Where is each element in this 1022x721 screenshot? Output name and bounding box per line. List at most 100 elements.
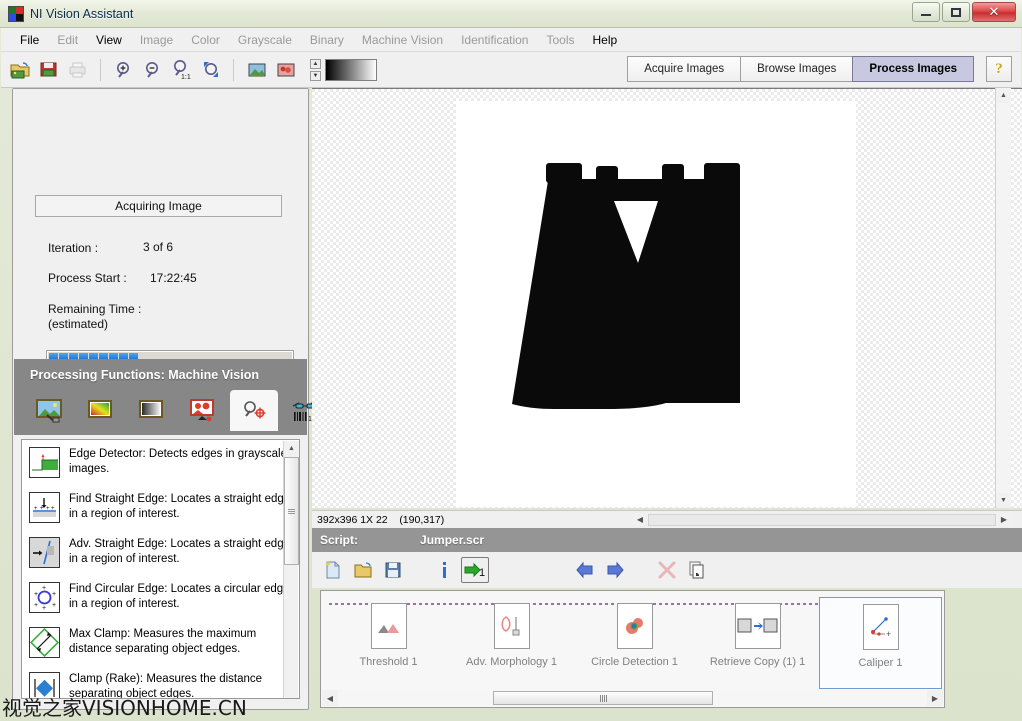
image-horizontal-scrollbar[interactable]: ◀ ▶ xyxy=(632,513,1012,526)
scrollbar-thumb[interactable] xyxy=(493,691,713,705)
function-item-adv-straight-edge[interactable]: Adv. Straight Edge: Locates a straight e… xyxy=(22,530,299,575)
svg-text:+: + xyxy=(52,602,56,609)
function-item-label: Find Straight Edge: Locates a straight e… xyxy=(69,493,291,520)
scroll-right-arrow[interactable]: ▶ xyxy=(927,690,943,706)
scroll-right-arrow[interactable]: ▶ xyxy=(996,512,1012,528)
circle-detection-icon xyxy=(616,603,653,649)
tab-acquire-images[interactable]: Acquire Images xyxy=(627,56,742,82)
save-script-icon[interactable] xyxy=(379,557,407,583)
function-list-scrollbar[interactable]: ▲ xyxy=(283,441,299,698)
run-once-icon[interactable]: 1 xyxy=(461,557,489,583)
function-item-max-clamp[interactable]: Max Clamp: Measures the maximum distance… xyxy=(22,620,299,665)
scroll-up-arrow[interactable]: ▲ xyxy=(996,88,1011,103)
image-status-bar: 392x396 1X 22 (190,317) ◀ ▶ xyxy=(312,510,1022,528)
script-step-retrieve-copy[interactable]: Retrieve Copy (1) 1 xyxy=(696,597,819,689)
minimize-button[interactable] xyxy=(912,2,940,22)
menu-help[interactable]: Help xyxy=(584,30,627,50)
zoom-out-icon[interactable] xyxy=(139,57,166,83)
function-item-label: Edge Detector: Detects edges in grayscal… xyxy=(69,448,287,475)
pf-tab-color[interactable] xyxy=(77,390,125,431)
print-icon xyxy=(64,57,91,83)
image-browser-icon[interactable] xyxy=(243,57,270,83)
function-list[interactable]: Edge Detector: Detects edges in grayscal… xyxy=(21,439,300,699)
menu-color[interactable]: Color xyxy=(182,30,229,50)
script-step-label: Retrieve Copy (1) 1 xyxy=(709,656,806,668)
binary-jumper-image xyxy=(456,101,856,507)
svg-text:+: + xyxy=(34,602,38,609)
previous-step-icon[interactable] xyxy=(571,557,599,583)
menu-grayscale[interactable]: Grayscale xyxy=(229,30,301,50)
menu-edit[interactable]: Edit xyxy=(48,30,87,50)
acquiring-title: Acquiring Image xyxy=(35,195,282,217)
scrollbar-track[interactable] xyxy=(338,690,927,706)
ni-vision-icon xyxy=(8,5,24,22)
function-item-edge-detector[interactable]: Edge Detector: Detects edges in grayscal… xyxy=(22,440,299,485)
function-item-find-straight-edge[interactable]: + + + + Find Straight Edge: Locates a strai… xyxy=(22,485,299,530)
scroll-left-arrow[interactable]: ◀ xyxy=(632,512,648,528)
svg-text:+: + xyxy=(886,629,891,639)
pf-tab-machine-vision[interactable] xyxy=(230,390,278,431)
remaining-time-label: Remaining Time : (estimated) xyxy=(48,302,141,332)
menu-view[interactable]: View xyxy=(87,30,131,50)
menu-machine-vision[interactable]: Machine Vision xyxy=(353,30,452,50)
tab-browse-images[interactable]: Browse Images xyxy=(740,56,854,82)
script-step-threshold[interactable]: Threshold 1 xyxy=(327,597,450,689)
clamp-rake-icon xyxy=(29,672,60,698)
script-steps-row: Threshold 1 Adv. Morphology 1 Circle Det… xyxy=(327,597,942,689)
image-viewer[interactable] xyxy=(312,88,1022,508)
pf-tab-grayscale[interactable] xyxy=(128,390,176,431)
grayscale-gradient-bar[interactable] xyxy=(325,58,377,81)
script-info-icon[interactable] xyxy=(431,557,459,583)
title-bar: NI Vision Assistant ✕ xyxy=(0,0,1022,28)
maximize-button[interactable] xyxy=(942,2,970,22)
open-image-icon[interactable] xyxy=(6,57,33,83)
zoom-fit-icon[interactable] xyxy=(197,57,224,83)
remaining-time-line1: Remaining Time : xyxy=(48,302,142,316)
script-step-adv-morphology[interactable]: Adv. Morphology 1 xyxy=(450,597,573,689)
menu-file[interactable]: File xyxy=(11,30,48,50)
close-button[interactable]: ✕ xyxy=(972,2,1016,22)
pf-tab-image[interactable] xyxy=(26,390,74,431)
tab-process-images[interactable]: Process Images xyxy=(852,56,974,82)
zoom-in-icon[interactable] xyxy=(110,57,137,83)
scroll-down-arrow[interactable]: ▼ xyxy=(996,493,1011,508)
scrollbar-thumb[interactable] xyxy=(284,457,299,565)
save-image-icon[interactable] xyxy=(35,57,62,83)
function-item-label: Max Clamp: Measures the maximum distance… xyxy=(69,628,257,655)
script-header: Script: Jumper.scr xyxy=(312,528,1022,552)
scroll-left-arrow[interactable]: ◀ xyxy=(322,690,338,706)
pf-tab-binary[interactable] xyxy=(179,390,227,431)
image-vertical-scrollbar[interactable]: ▲ ▼ xyxy=(995,88,1011,508)
function-item-find-circular-edge[interactable]: + + + + + + Find Circular Edge: Locates a ci… xyxy=(22,575,299,620)
script-step-caliper[interactable]: + Caliper 1 xyxy=(819,597,942,689)
scroll-up-arrow[interactable]: ▲ xyxy=(284,441,299,456)
max-clamp-icon xyxy=(29,627,60,658)
help-icon[interactable]: ? xyxy=(986,56,1012,82)
svg-text:+: + xyxy=(42,585,46,592)
copy-step-icon[interactable] xyxy=(683,557,711,583)
svg-text:+: + xyxy=(52,591,56,598)
menu-identification[interactable]: Identification xyxy=(452,30,537,50)
palette-spinner[interactable]: ▲ ▼ xyxy=(310,58,321,81)
remaining-time-line2: (estimated) xyxy=(48,317,109,331)
image-palette-icon[interactable] xyxy=(272,57,299,83)
image-canvas[interactable] xyxy=(456,101,856,507)
new-script-icon[interactable] xyxy=(319,557,347,583)
process-start-label: Process Start : xyxy=(48,271,127,285)
image-status-text: 392x396 1X 22 (190,317) xyxy=(317,513,445,526)
function-item-label: Find Circular Edge: Locates a circular e… xyxy=(69,583,290,610)
next-step-icon[interactable] xyxy=(601,557,629,583)
svg-text:+: + xyxy=(40,506,44,512)
menu-tools[interactable]: Tools xyxy=(537,30,583,50)
function-item-clamp-rake[interactable]: Clamp (Rake): Measures the distance sepa… xyxy=(22,665,299,698)
iteration-value: 3 of 6 xyxy=(143,240,174,254)
menu-image[interactable]: Image xyxy=(131,30,182,50)
open-script-icon[interactable] xyxy=(349,557,377,583)
script-steps-strip[interactable]: Threshold 1 Adv. Morphology 1 Circle Det… xyxy=(320,590,945,708)
delete-step-icon xyxy=(653,557,681,583)
retrieve-copy-icon xyxy=(734,603,781,649)
zoom-actual-size-icon[interactable]: 1:1 xyxy=(168,57,195,83)
script-strip-scrollbar[interactable]: ◀ ▶ xyxy=(322,690,943,706)
script-step-circle-detection[interactable]: Circle Detection 1 xyxy=(573,597,696,689)
menu-binary[interactable]: Binary xyxy=(301,30,353,50)
